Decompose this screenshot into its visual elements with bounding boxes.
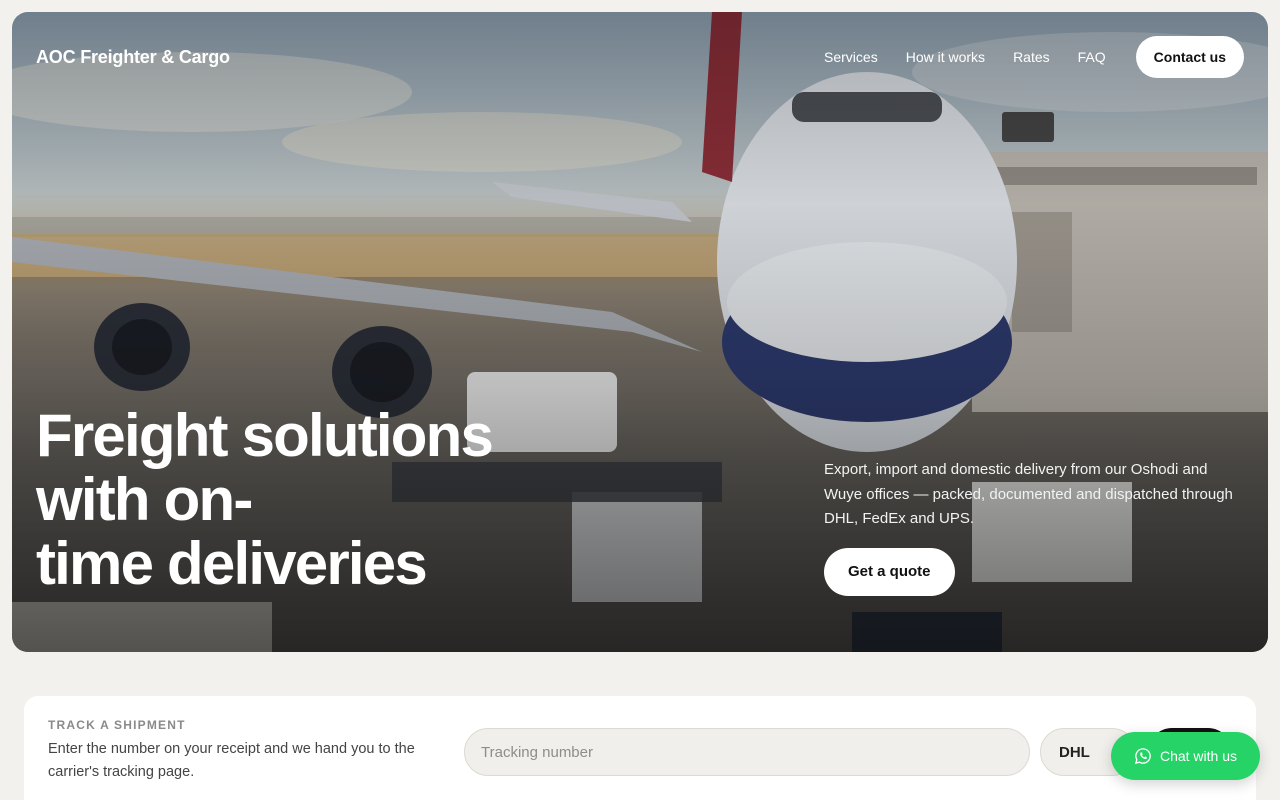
hero-description: Export, import and domestic delivery fro… (824, 461, 1233, 527)
headline-line: Freight solutions (36, 402, 494, 469)
hero-section: AOC Freighter & Cargo Services How it wo… (12, 12, 1268, 652)
nav-link-services[interactable]: Services (824, 49, 878, 65)
whatsapp-icon (1134, 748, 1151, 765)
brand-logo[interactable]: AOC Freighter & Cargo (36, 47, 230, 68)
hero-side: Export, import and domestic delivery fro… (824, 458, 1248, 596)
nav-link-faq[interactable]: FAQ (1078, 49, 1106, 65)
headline-line: with on- (36, 466, 253, 533)
track-description: Enter the number on your receipt and we … (48, 741, 415, 780)
headline-line: time deliveries (36, 530, 428, 597)
tracking-number-input[interactable] (464, 728, 1030, 776)
nav-link-rates[interactable]: Rates (1013, 49, 1050, 65)
track-heading: TRACK A SHIPMENT (48, 718, 186, 732)
nav-links: Services How it works Rates FAQ Contact … (824, 36, 1244, 78)
chat-button[interactable]: Chat with us (1111, 732, 1260, 780)
hero-headline: Freight solutions with on- time deliveri… (36, 404, 596, 596)
track-shipment-panel: TRACK A SHIPMENT Enter the number on you… (24, 696, 1256, 800)
chat-label: Chat with us (1159, 748, 1238, 764)
top-nav: AOC Freighter & Cargo Services How it wo… (36, 36, 1244, 78)
get-quote-button[interactable]: Get a quote (824, 547, 955, 596)
nav-link-how-it-works[interactable]: How it works (906, 49, 985, 65)
contact-button[interactable]: Contact us (1135, 36, 1244, 78)
